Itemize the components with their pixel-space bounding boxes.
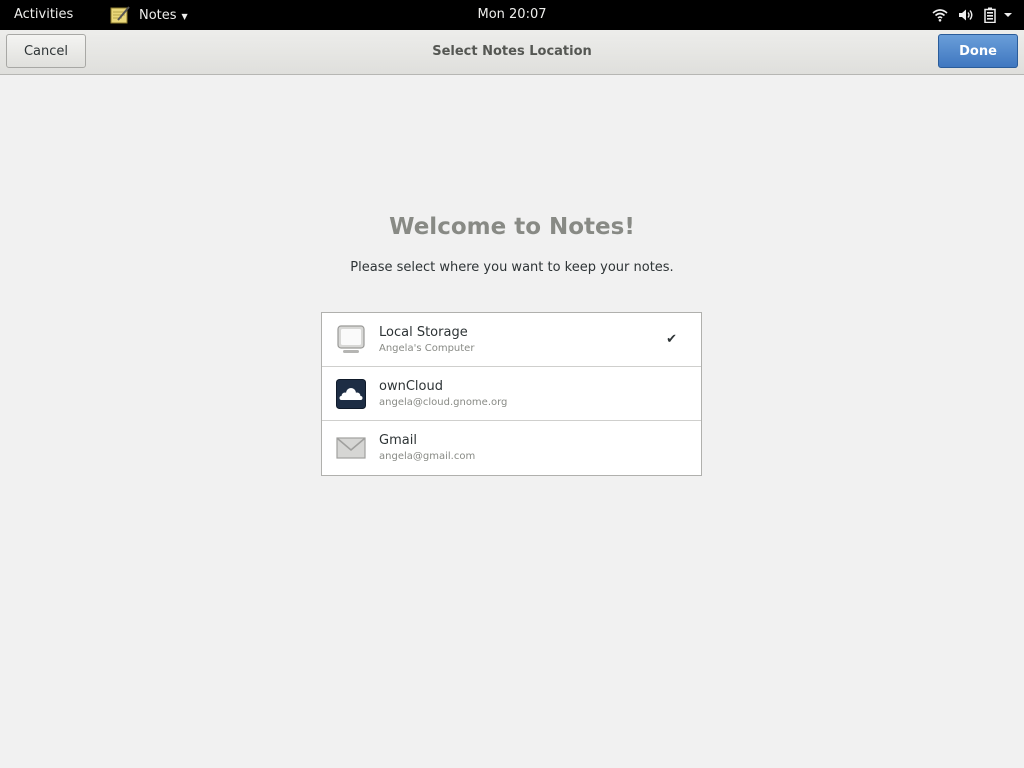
welcome-subtitle: Please select where you want to keep you… (350, 260, 674, 275)
header-bar: Cancel Select Notes Location Done (0, 30, 1024, 75)
volume-icon (959, 9, 973, 21)
system-status-menu[interactable] (932, 6, 1012, 24)
chevron-down-icon (1004, 13, 1012, 17)
clock[interactable]: Mon 20:07 (477, 7, 546, 22)
welcome-heading: Welcome to Notes! (389, 214, 635, 240)
app-menu-label: Notes (139, 7, 177, 23)
notes-app-icon (110, 6, 130, 24)
location-row-owncloud[interactable]: ownCloud angela@cloud.gnome.org (322, 367, 701, 421)
wifi-icon (932, 9, 948, 22)
location-detail: Angela's Computer (379, 343, 475, 354)
location-name: ownCloud (379, 379, 443, 394)
location-detail: angela@cloud.gnome.org (379, 397, 508, 408)
battery-icon (984, 7, 996, 23)
app-menu[interactable]: Notes ▼ (110, 5, 188, 25)
location-name: Gmail (379, 433, 417, 448)
owncloud-icon (336, 379, 366, 409)
chevron-down-icon: ▼ (181, 11, 188, 21)
location-row-gmail[interactable]: Gmail angela@gmail.com (322, 421, 701, 475)
top-bar: Activities Notes ▼ Mon 20:07 (0, 0, 1024, 30)
location-name: Local Storage (379, 325, 468, 340)
location-detail: angela@gmail.com (379, 451, 476, 462)
activities-button[interactable]: Activities (14, 7, 73, 22)
computer-icon (337, 325, 365, 353)
dialog-title: Select Notes Location (432, 44, 592, 59)
location-list: Local Storage Angela's Computer ✔ ownClo… (321, 312, 702, 476)
checkmark-icon: ✔ (666, 332, 677, 347)
mail-icon (336, 437, 366, 459)
done-button[interactable]: Done (938, 34, 1018, 68)
location-row-local-storage[interactable]: Local Storage Angela's Computer ✔ (322, 313, 701, 367)
